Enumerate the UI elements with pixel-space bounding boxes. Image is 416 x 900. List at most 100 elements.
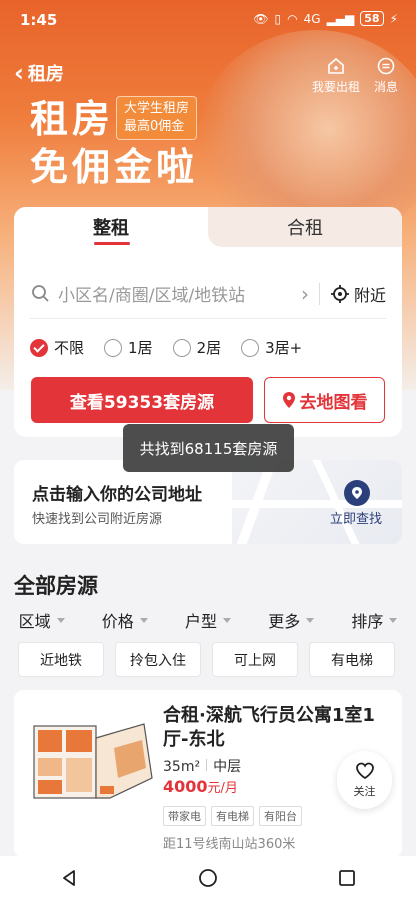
- hero-badge-line1: 大学生租房: [124, 101, 190, 116]
- tab-shared-rent-label: 合租: [287, 218, 323, 239]
- map-pin-icon: [282, 392, 295, 408]
- eye-icon: 👁: [253, 11, 269, 26]
- battery-icon: 58: [360, 11, 384, 26]
- active-tab-indicator: [94, 242, 130, 245]
- listing-meta: 35m² 中层: [163, 756, 241, 776]
- listing-price: 4000元/月: [163, 777, 238, 796]
- system-nav-bar: [0, 856, 416, 900]
- search-input[interactable]: 小区名/商圈/区域/地铁站: [58, 281, 301, 306]
- caret-down-icon: [223, 617, 232, 623]
- filter-label: 更多: [268, 612, 301, 631]
- charging-icon: ⚡: [389, 11, 398, 26]
- rental-type-tabs: 整租 合租: [14, 207, 402, 247]
- caret-down-icon: [389, 617, 398, 623]
- listing-title: 合租·深航飞行员公寓1室1厅-东北: [163, 705, 375, 750]
- filter-label: 价格: [101, 612, 134, 631]
- quick-tag-furnished[interactable]: 拎包入住: [115, 642, 201, 677]
- radio-icon: [241, 338, 260, 357]
- caret-down-icon: [306, 617, 315, 623]
- quick-tag-internet[interactable]: 可上网: [212, 642, 298, 677]
- filter-label: 排序: [351, 612, 384, 631]
- caret-down-icon: [139, 617, 148, 623]
- publish-rental-label: 我要出租: [311, 80, 360, 94]
- publish-rental-button[interactable]: 我要出租: [312, 56, 360, 95]
- nav-title: 租房: [27, 64, 64, 85]
- back-triangle-icon[interactable]: [59, 868, 79, 888]
- filter-more[interactable]: 更多: [250, 608, 333, 632]
- nav-actions: 我要出租 消息: [312, 56, 398, 95]
- recents-square-icon[interactable]: [337, 868, 357, 888]
- house-edit-icon: [328, 57, 344, 74]
- room-option-2[interactable]: 2居: [172, 337, 221, 358]
- listing-area: 35m²: [163, 759, 201, 775]
- filter-price[interactable]: 价格: [83, 608, 166, 632]
- search-card: 整租 合租 小区名/商圈/区域/地铁站 › 附近 不限 1居 2居 3居+ 查看…: [14, 207, 402, 437]
- back-button[interactable]: ‹ 租房: [14, 60, 64, 86]
- quick-tag-near-subway[interactable]: 近地铁: [18, 642, 104, 677]
- listing-price-value: 4000: [163, 777, 208, 796]
- home-circle-icon[interactable]: [198, 868, 218, 888]
- wifi-icon: ◠: [287, 11, 298, 26]
- company-address-card[interactable]: 点击输入你的公司地址 快速找到公司附近房源 立即查找: [14, 460, 402, 544]
- messages-label: 消息: [373, 80, 398, 94]
- vibrate-icon: ▯: [274, 11, 282, 26]
- floorplan-image: [24, 708, 158, 808]
- room-option-any[interactable]: 不限: [30, 337, 84, 358]
- map-search-button[interactable]: 去地图看: [264, 377, 385, 423]
- hero-title-line2: 免佣金啦: [30, 145, 199, 189]
- filter-sort[interactable]: 排序: [333, 608, 416, 632]
- listing-tag: 带家电: [163, 806, 206, 826]
- caret-down-icon: [56, 617, 65, 623]
- nearby-button[interactable]: 附近: [330, 282, 386, 306]
- search-bar[interactable]: 小区名/商圈/区域/地铁站 › 附近: [30, 269, 386, 319]
- room-option-3plus[interactable]: 3居+: [241, 337, 302, 358]
- status-bar: 1:45 👁 ▯ ◠ 4G ▂▄▆ 58 ⚡: [0, 0, 416, 40]
- location-pin-icon: [344, 480, 370, 506]
- signal-icon: ▂▄▆: [326, 11, 355, 26]
- find-now-link[interactable]: 立即查找: [330, 508, 382, 527]
- filter-label: 区域: [18, 612, 51, 631]
- listing-floor: 中层: [213, 759, 242, 775]
- listing-distance: 距11号线南山站360米: [163, 837, 296, 852]
- hero-badge: 大学生租房 最高0佣金: [116, 96, 198, 140]
- listing-tag: 有阳台: [259, 806, 302, 826]
- section-title: 全部房源: [14, 574, 98, 598]
- nearby-label: 附近: [353, 285, 386, 305]
- map-background: [232, 460, 402, 544]
- view-listings-button[interactable]: 查看59353套房源: [31, 377, 253, 423]
- network-label: 4G: [303, 11, 321, 26]
- quick-tag-elevator[interactable]: 有电梯: [309, 642, 395, 677]
- locate-icon: [330, 284, 349, 303]
- room-options: 不限 1居 2居 3居+: [30, 337, 302, 358]
- room-option-label: 不限: [54, 339, 85, 357]
- room-option-label: 3居+: [265, 339, 303, 357]
- filter-label: 户型: [185, 612, 218, 631]
- tab-shared-rent[interactable]: 合租: [208, 207, 402, 247]
- chevron-left-icon: ‹: [14, 59, 24, 87]
- status-icons: 👁 ▯ ◠ 4G ▂▄▆ 58 ⚡: [253, 11, 398, 26]
- tab-whole-rent-label: 整租: [93, 218, 129, 239]
- message-icon: [377, 57, 395, 75]
- follow-button[interactable]: 关注: [337, 751, 392, 809]
- status-time: 1:45: [20, 11, 58, 29]
- company-title: 点击输入你的公司地址: [32, 485, 202, 505]
- room-option-1[interactable]: 1居: [104, 337, 153, 358]
- hero-badge-line2: 最高0佣金: [124, 119, 185, 134]
- divider: [206, 759, 208, 771]
- checkbox-checked-icon: [30, 338, 48, 357]
- filter-bar: 区域 价格 户型 更多 排序: [0, 608, 416, 632]
- filter-area[interactable]: 区域: [0, 608, 83, 632]
- listing-tag: 有电梯: [211, 806, 254, 826]
- quick-tags: 近地铁 拎包入住 可上网 有电梯: [18, 642, 395, 677]
- listing-tags: 带家电 有电梯 有阳台: [163, 806, 302, 826]
- messages-button[interactable]: 消息: [374, 56, 398, 95]
- follow-label: 关注: [353, 784, 376, 798]
- radio-icon: [104, 338, 123, 357]
- map-search-label: 去地图看: [299, 392, 368, 413]
- filter-layout[interactable]: 户型: [166, 608, 249, 632]
- chevron-right-icon: ›: [300, 281, 309, 306]
- room-option-label: 1居: [128, 339, 153, 357]
- heart-icon: [355, 762, 374, 779]
- tab-whole-rent[interactable]: 整租: [14, 207, 208, 247]
- company-subtitle: 快速找到公司附近房源: [32, 512, 163, 527]
